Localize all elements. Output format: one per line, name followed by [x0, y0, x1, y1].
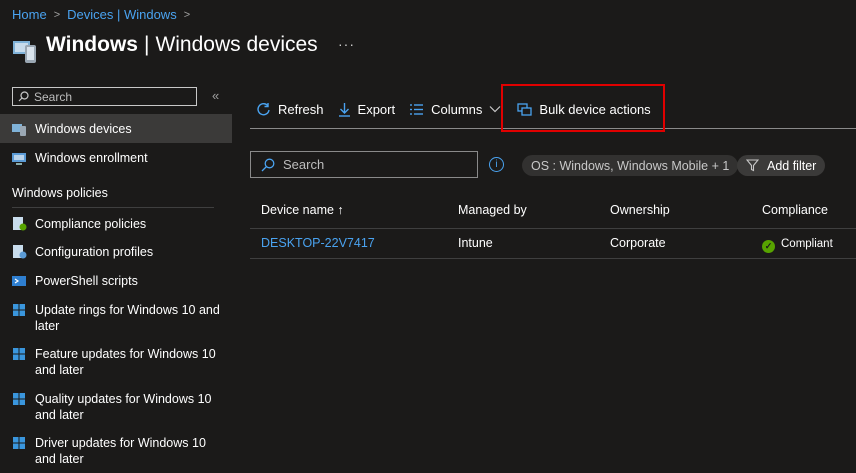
chevron-right-icon: > — [183, 8, 191, 21]
managed-by-cell: Intune — [458, 236, 493, 250]
enrollment-icon — [12, 153, 26, 165]
filter-icon — [746, 159, 759, 172]
sidebar-item-update-rings[interactable]: Update rings for Windows 10 and later — [0, 302, 232, 334]
export-button[interactable]: Export — [338, 101, 396, 117]
page-title-separator: | — [143, 33, 150, 56]
sidebar-item-configuration-profiles[interactable]: Configuration profiles — [0, 244, 232, 260]
sidebar-item-label-line2: and later — [35, 408, 84, 422]
sidebar-item-label: Windows devices — [35, 122, 132, 136]
sidebar-item-label-line2: and later — [35, 452, 84, 466]
sidebar-search-placeholder: Search — [34, 89, 73, 104]
compliance-cell: ✓ Compliant — [762, 238, 833, 253]
sidebar-item-label: Compliance policies — [35, 217, 147, 231]
sidebar-item-driver-updates[interactable]: Driver updates for Windows 10 and later — [0, 435, 232, 467]
sidebar-item-quality-updates[interactable]: Quality updates for Windows 10 and later — [0, 391, 232, 423]
compliance-icon — [13, 217, 27, 231]
add-filter-button[interactable]: Add filter — [737, 155, 826, 176]
compliance-status: Compliant — [781, 238, 833, 250]
sidebar-item-label-line1: Driver updates for Windows 10 — [35, 436, 206, 450]
info-icon[interactable]: i — [489, 157, 504, 172]
column-header-ownership[interactable]: Ownership — [610, 203, 670, 217]
column-header-managed-by[interactable]: Managed by — [458, 203, 527, 217]
highlight-box — [501, 84, 665, 132]
breadcrumb-devices-link[interactable]: Devices | Windows — [67, 7, 177, 22]
columns-button[interactable]: Columns — [409, 102, 501, 117]
windows-logo-icon — [13, 304, 25, 316]
refresh-button[interactable]: Refresh — [256, 102, 324, 117]
chevron-right-icon: > — [53, 8, 61, 21]
powershell-icon — [12, 276, 26, 286]
chevron-down-icon — [489, 106, 501, 113]
device-search-placeholder: Search — [283, 157, 325, 172]
table-header-divider — [250, 228, 856, 229]
configuration-icon — [13, 245, 27, 259]
column-header-device-name[interactable]: Device name ↑ — [261, 203, 344, 217]
sidebar-item-label-line2: and later — [35, 363, 84, 377]
columns-label: Columns — [431, 101, 483, 117]
add-filter-label: Add filter — [767, 158, 817, 173]
windows-devices-icon — [13, 41, 36, 63]
sidebar-item-powershell-scripts[interactable]: PowerShell scripts — [0, 273, 232, 289]
sidebar-item-label-line1: Feature updates for Windows 10 — [35, 347, 216, 361]
download-icon — [338, 102, 350, 117]
section-title-windows-policies: Windows policies — [12, 186, 108, 200]
sidebar-item-label-line2: later — [35, 319, 60, 333]
sidebar-item-windows-enrollment[interactable]: Windows enrollment — [0, 150, 232, 166]
windows-logo-icon — [13, 437, 25, 449]
sidebar-item-compliance-policies[interactable]: Compliance policies — [0, 216, 232, 232]
more-options-button[interactable]: ··· — [338, 36, 355, 52]
sidebar-item-label-line1: Update rings for Windows 10 and — [35, 303, 220, 317]
os-filter-pill[interactable]: OS : Windows, Windows Mobile + 1 — [522, 155, 739, 176]
breadcrumb-home-link[interactable]: Home — [12, 7, 47, 22]
sidebar-item-label: Windows enrollment — [35, 151, 148, 165]
export-label: Export — [357, 101, 396, 117]
windows-logo-icon — [13, 393, 25, 405]
sidebar: Search « Windows devices Windows enrollm… — [0, 84, 232, 473]
page-title-bold: Windows — [46, 33, 138, 56]
breadcrumb: Home > Devices | Windows > — [12, 7, 190, 22]
check-circle-icon: ✓ — [762, 240, 775, 253]
sidebar-item-windows-devices[interactable]: Windows devices — [0, 114, 232, 143]
sidebar-search-input[interactable]: Search — [12, 87, 197, 106]
page-title: Windows | Windows devices — [46, 33, 318, 57]
table-row-divider — [250, 258, 856, 259]
sidebar-item-feature-updates[interactable]: Feature updates for Windows 10 and later — [0, 346, 232, 378]
search-icon — [261, 158, 275, 171]
collapse-sidebar-button[interactable]: « — [212, 88, 219, 103]
refresh-icon — [257, 102, 270, 115]
device-search-input[interactable]: Search — [250, 151, 478, 178]
ownership-cell: Corporate — [610, 236, 666, 250]
sidebar-item-label: PowerShell scripts — [35, 274, 138, 288]
refresh-label: Refresh — [278, 101, 324, 117]
column-header-compliance[interactable]: Compliance — [762, 203, 828, 217]
page-title-rest: Windows devices — [155, 33, 318, 56]
windows-logo-icon — [13, 348, 25, 360]
columns-icon — [410, 103, 424, 115]
search-icon — [18, 91, 29, 102]
sidebar-item-label: Configuration profiles — [35, 245, 154, 259]
sidebar-item-label-line1: Quality updates for Windows 10 — [35, 392, 212, 406]
windows-devices-icon — [12, 124, 26, 136]
device-name-link[interactable]: DESKTOP-22V7417 — [261, 236, 375, 250]
section-divider — [12, 207, 214, 208]
